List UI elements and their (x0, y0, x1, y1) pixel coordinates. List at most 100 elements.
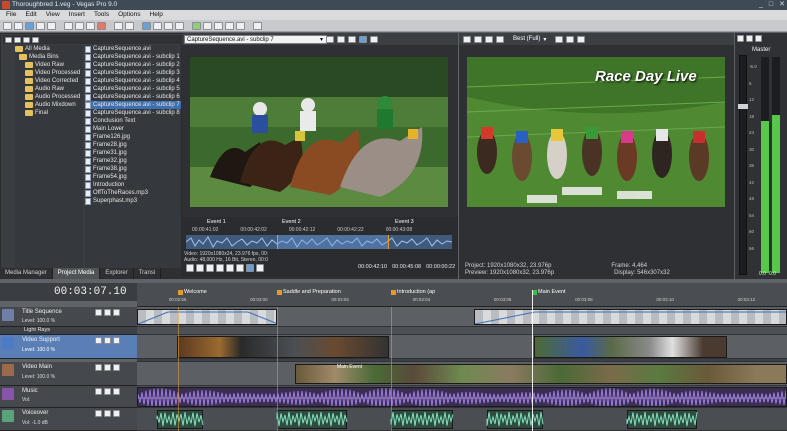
tree-audio-mixdown[interactable]: Audio Mixdown (15, 101, 83, 109)
media-file[interactable]: CaptureSequence.avi - subclip 3 (85, 69, 181, 77)
split-screen-icon[interactable] (496, 35, 504, 43)
menu-file[interactable]: File (6, 10, 16, 20)
trim-remove-icon[interactable] (337, 35, 346, 43)
master-fx-icon[interactable] (737, 35, 744, 42)
marker-introduction[interactable]: Introduction (ap (391, 289, 435, 295)
title-clip[interactable] (474, 309, 787, 325)
copy-icon[interactable] (75, 21, 84, 30)
lane-video-support[interactable] (137, 335, 787, 359)
solo-icon[interactable] (104, 337, 111, 344)
media-file[interactable]: Superphast.mp3 (85, 197, 181, 205)
menu-insert[interactable]: Insert (69, 10, 85, 20)
open-icon[interactable] (14, 21, 23, 30)
tab-media-manager[interactable]: Media Manager (0, 268, 53, 279)
trim-selection[interactable] (277, 235, 389, 249)
auto-crossfade-icon[interactable] (203, 21, 212, 30)
save-icon[interactable] (25, 21, 34, 30)
views-icon[interactable] (32, 36, 39, 43)
media-file[interactable]: Frame32.jpg (85, 157, 181, 165)
tree-final[interactable]: Final (15, 109, 83, 117)
mute-icon[interactable] (95, 337, 102, 344)
media-file[interactable]: Conclusion Text (85, 117, 181, 125)
lane-video-main[interactable]: Main Event (137, 362, 787, 386)
copy-snapshot-icon[interactable] (577, 35, 586, 43)
media-file[interactable]: CaptureSequence.avi - subclip 5 (85, 85, 181, 93)
media-file[interactable]: CaptureSequence.avi - subclip 6 (85, 93, 181, 101)
trim-add-icon[interactable] (326, 35, 335, 43)
preview-props-icon[interactable] (463, 35, 471, 43)
menu-options[interactable]: Options (118, 10, 140, 20)
ignore-grouping-icon[interactable] (236, 21, 245, 30)
track-level[interactable]: Level: 100.0 % (22, 374, 55, 380)
track-level[interactable]: Level: 100.0 % (22, 347, 55, 353)
track-header-video-support[interactable]: Video Support Level: 100.0 % (0, 335, 137, 359)
track-volume[interactable]: Vol: (22, 397, 30, 403)
lane-voiceover[interactable] (137, 408, 787, 431)
fx-icon[interactable] (485, 35, 493, 43)
media-file[interactable]: CaptureSequence.avi - subclip 1 (85, 53, 181, 61)
solo-icon[interactable] (104, 388, 111, 395)
media-file[interactable]: CaptureSequence.avi - subclip 2 (85, 61, 181, 69)
track-level[interactable]: Level: 100.0 % (22, 318, 55, 324)
snapshot-icon[interactable] (566, 35, 575, 43)
music-clip[interactable] (137, 387, 787, 407)
render-icon[interactable] (36, 21, 45, 30)
add-to-timeline-icon[interactable] (246, 264, 254, 272)
tree-all-media[interactable]: All Media (15, 45, 83, 53)
lane-title-sequence[interactable] (137, 307, 787, 327)
track-volume[interactable]: Vol: -1.0 dB (22, 420, 48, 426)
preview-quality[interactable]: Best (Full) (513, 36, 540, 42)
zoom-tool-icon[interactable] (175, 21, 184, 30)
tree-video-corrected[interactable]: Video Corrected (15, 77, 83, 85)
new-project-icon[interactable] (3, 21, 12, 30)
mute-icon[interactable] (95, 364, 102, 371)
menu-view[interactable]: View (46, 10, 60, 20)
track-fx-icon[interactable] (113, 337, 120, 344)
menu-tools[interactable]: Tools (94, 10, 109, 20)
envelope-tool-icon[interactable] (153, 21, 162, 30)
minimize-button[interactable]: _ (759, 0, 763, 10)
tree-audio-processed[interactable]: Audio Processed (15, 93, 83, 101)
media-file[interactable]: Frame31.jpg (85, 149, 181, 157)
chevron-down-icon[interactable]: ▾ (543, 36, 546, 43)
marker-main-event[interactable]: Main Event (532, 289, 566, 295)
media-file[interactable]: CaptureSequence.avi - subclip 8 (85, 109, 181, 117)
media-file[interactable]: Frame126.jpg (85, 133, 181, 141)
capture-icon[interactable] (14, 36, 21, 43)
fader-handle[interactable] (738, 104, 748, 109)
video-main-clip[interactable] (295, 364, 787, 384)
tree-video-raw[interactable]: Video Raw (15, 61, 83, 69)
solo-icon[interactable] (104, 309, 111, 316)
trim-audio-icon[interactable] (370, 35, 379, 43)
mute-icon[interactable] (95, 309, 102, 316)
master-mute-icon[interactable] (746, 35, 753, 42)
tab-explorer[interactable]: Explorer (100, 268, 134, 279)
external-monitor-icon[interactable] (474, 35, 482, 43)
track-header-music[interactable]: Music Vol: (0, 386, 137, 408)
selection-tool-icon[interactable] (164, 21, 173, 30)
go-start-icon[interactable] (226, 264, 234, 272)
media-file[interactable]: Introduction (85, 181, 181, 189)
track-fx-icon[interactable] (113, 364, 120, 371)
timeline-ruler[interactable]: 00:02:56 00:03:00 00:03:02 00:03:04 00:03:06… (137, 283, 787, 307)
play-icon[interactable] (196, 264, 204, 272)
paste-icon[interactable] (86, 21, 95, 30)
lock-envelopes-icon[interactable] (225, 21, 234, 30)
track-header-video-main[interactable]: Video Main Level: 100.0 % (0, 362, 137, 386)
trimmer-clip-select[interactable]: CaptureSequence.avi - subclip 7 (184, 34, 327, 44)
loop-icon[interactable] (186, 264, 194, 272)
media-file-selected[interactable]: CaptureSequence.avi - subclip 7 (85, 101, 181, 109)
track-header-voiceover[interactable]: Voiceover Vol: -1.0 dB (0, 408, 137, 431)
help-icon[interactable] (253, 21, 262, 30)
close-button[interactable]: ✕ (779, 0, 785, 10)
track-header-title-sequence[interactable]: Title Sequence Level: 100.0 % (0, 307, 137, 327)
media-file[interactable]: Main Lower (85, 125, 181, 133)
properties-icon[interactable] (47, 21, 56, 30)
trim-video-icon[interactable] (359, 35, 368, 43)
redo-icon[interactable] (125, 21, 134, 30)
title-clip[interactable] (137, 309, 277, 325)
media-file[interactable]: CaptureSequence.avi (85, 45, 181, 53)
remove-media-icon[interactable] (23, 36, 30, 43)
undo-icon[interactable] (114, 21, 123, 30)
track-fx-icon[interactable] (113, 388, 120, 395)
